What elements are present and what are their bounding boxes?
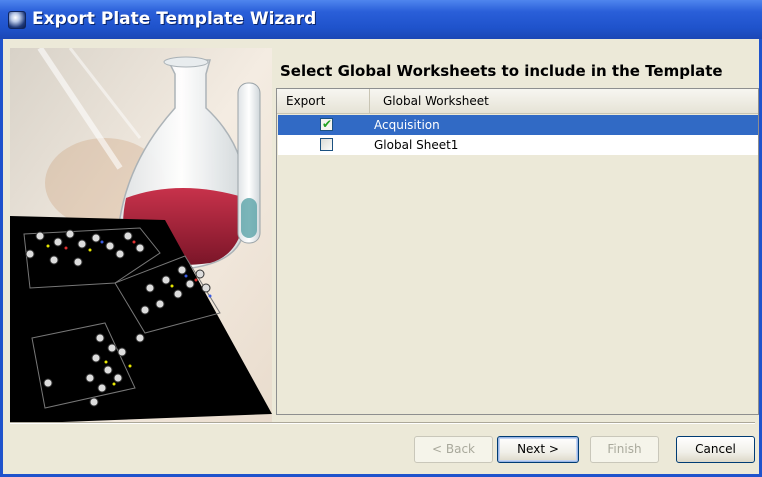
page-heading: Select Global Worksheets to include in t… [280, 62, 723, 80]
column-header-global-worksheet[interactable]: Global Worksheet [370, 89, 758, 113]
table-row[interactable]: Global Sheet1 [278, 135, 758, 155]
global-worksheets-table: Export Global Worksheet ✔ Acquisition Gl… [276, 88, 759, 415]
next-button[interactable]: Next > [497, 436, 579, 463]
column-header-export[interactable]: Export [277, 89, 370, 113]
finish-button[interactable]: Finish [590, 436, 659, 463]
export-checkbox[interactable] [320, 138, 333, 151]
cancel-button[interactable]: Cancel [676, 436, 755, 463]
table-row[interactable]: ✔ Acquisition [278, 115, 758, 135]
worksheet-name: Acquisition [374, 118, 440, 132]
lab-flask-plot-illustration [10, 48, 272, 424]
window-title: Export Plate Template Wizard [32, 9, 317, 29]
title-bar[interactable]: Export Plate Template Wizard [0, 0, 762, 39]
button-separator [10, 422, 755, 424]
export-checkbox[interactable]: ✔ [320, 118, 333, 131]
back-button[interactable]: < Back [414, 436, 493, 463]
wizard-illustration [10, 48, 272, 424]
app-icon [8, 11, 26, 29]
table-header: Export Global Worksheet [277, 89, 758, 114]
worksheet-name: Global Sheet1 [374, 138, 459, 152]
checkmark-icon: ✔ [322, 117, 333, 131]
